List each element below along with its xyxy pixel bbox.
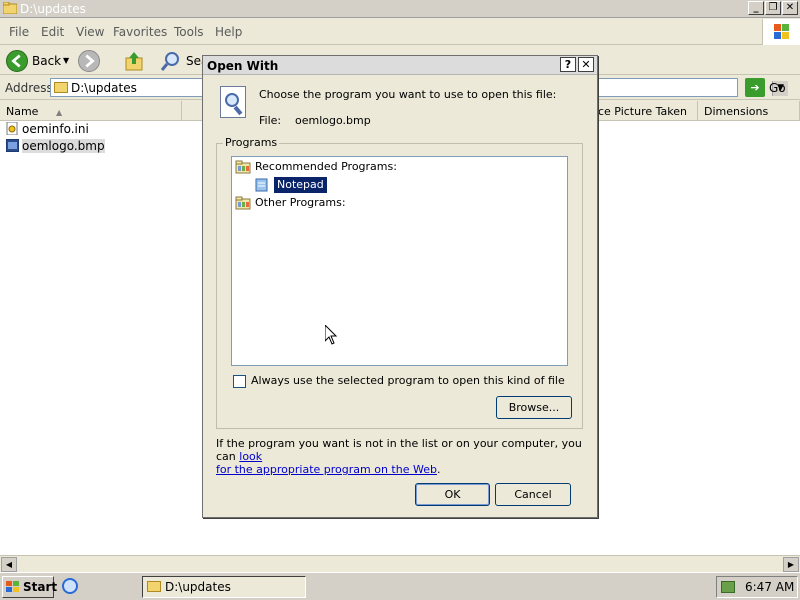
browse-button[interactable]: Browse... — [496, 396, 572, 419]
menu-bar: File Edit View Favorites Tools Help — [0, 19, 800, 45]
window-title: D:\updates — [20, 2, 86, 16]
scroll-right-button[interactable]: ▶ — [783, 557, 799, 572]
mouse-pointer-icon — [325, 325, 337, 345]
programs-groupbox: Programs Recommended Programs: Notepad O… — [216, 136, 583, 429]
column-header-name[interactable]: Name ▲ — [0, 101, 182, 121]
windows-logo-icon — [762, 19, 800, 45]
web-link-part2[interactable]: for the appropriate program on the Web — [216, 463, 437, 476]
dialog-title: Open With — [207, 59, 279, 73]
other-programs-label: Other Programs: — [255, 196, 346, 209]
info-text-block: If the program you want is not in the li… — [216, 437, 586, 476]
list-item[interactable]: oemlogo.bmp — [4, 138, 105, 154]
dialog-titlebar[interactable]: Open With ? ✕ — [203, 56, 597, 75]
start-button[interactable]: Start — [2, 576, 58, 598]
menu-help[interactable]: Help — [215, 25, 242, 39]
taskbar-item-label: D:\updates — [165, 580, 231, 594]
magnifier-file-icon — [220, 86, 246, 118]
address-value: D:\updates — [71, 81, 137, 95]
folder-icon — [147, 581, 161, 592]
back-dropdown-icon[interactable]: ▼ — [63, 56, 69, 65]
info-text: If the program you want is not in the li… — [216, 437, 582, 463]
go-button-label[interactable]: Go — [769, 81, 786, 95]
folder-icon — [3, 2, 17, 14]
back-button-label[interactable]: Back — [32, 54, 61, 68]
instruction-text: Choose the program you want to use to op… — [259, 88, 557, 101]
go-arrow-icon[interactable]: ➔ — [745, 78, 765, 97]
restore-button[interactable]: ❐ — [765, 1, 781, 15]
program-group-icon — [235, 196, 251, 210]
forward-arrow-icon[interactable] — [78, 50, 100, 72]
help-button[interactable]: ? — [560, 57, 576, 72]
search-icon[interactable] — [160, 50, 182, 72]
ok-button[interactable]: OK — [415, 483, 490, 506]
internet-explorer-icon[interactable] — [62, 578, 78, 594]
system-tray: 6:47 AM — [716, 576, 798, 598]
folder-up-icon[interactable] — [124, 50, 146, 72]
notepad-icon — [255, 178, 268, 192]
list-item[interactable]: oeminfo.ini — [4, 121, 89, 137]
always-use-label[interactable]: Always use the selected program to open … — [251, 374, 565, 387]
programs-group-label: Programs — [223, 136, 280, 149]
column-header-dimensions[interactable]: Dimensions — [698, 101, 800, 121]
address-label: Address — [5, 81, 53, 95]
close-window-button[interactable]: ✕ — [782, 1, 798, 15]
minimize-button[interactable]: _ — [748, 1, 764, 15]
menu-edit[interactable]: Edit — [41, 25, 64, 39]
program-tree[interactable]: Recommended Programs: Notepad Other Prog… — [231, 156, 568, 366]
file-label: File: — [259, 114, 282, 127]
folder-icon — [54, 82, 68, 93]
always-use-checkbox[interactable] — [233, 375, 246, 388]
web-link-part1[interactable]: look — [239, 450, 262, 463]
menu-favorites[interactable]: Favorites — [113, 25, 167, 39]
menu-tools[interactable]: Tools — [174, 25, 204, 39]
clock[interactable]: 6:47 AM — [745, 580, 794, 594]
open-with-dialog: Open With ? ✕ Choose the program you wan… — [202, 55, 598, 518]
file-name: oeminfo.ini — [22, 122, 89, 136]
column-header-picture-taken[interactable]: ce Picture Taken — [592, 101, 698, 121]
ini-file-icon — [6, 122, 18, 135]
bmp-file-icon — [6, 139, 19, 152]
windows-flag-icon — [6, 581, 19, 592]
cancel-button[interactable]: Cancel — [495, 483, 571, 506]
scroll-left-button[interactable]: ◀ — [1, 557, 17, 572]
taskbar: Start D:\updates 6:47 AM — [0, 572, 800, 600]
info-period: . — [436, 463, 441, 476]
horizontal-scrollbar[interactable]: ◀ ▶ — [0, 555, 800, 572]
menu-view[interactable]: View — [76, 25, 104, 39]
network-tray-icon[interactable] — [721, 581, 735, 593]
start-label: Start — [23, 580, 58, 594]
window-titlebar[interactable]: D:\updates _ ❐ ✕ — [0, 0, 800, 18]
menu-file[interactable]: File — [9, 25, 29, 39]
notepad-label: Notepad — [273, 176, 328, 194]
recommended-programs-label: Recommended Programs: — [255, 160, 397, 173]
file-name: oemlogo.bmp — [22, 139, 105, 153]
program-group-icon — [235, 160, 251, 174]
back-arrow-icon[interactable] — [6, 50, 28, 72]
close-dialog-button[interactable]: ✕ — [578, 57, 594, 72]
file-name-value: oemlogo.bmp — [295, 114, 371, 127]
taskbar-item-updates[interactable]: D:\updates — [142, 576, 306, 598]
